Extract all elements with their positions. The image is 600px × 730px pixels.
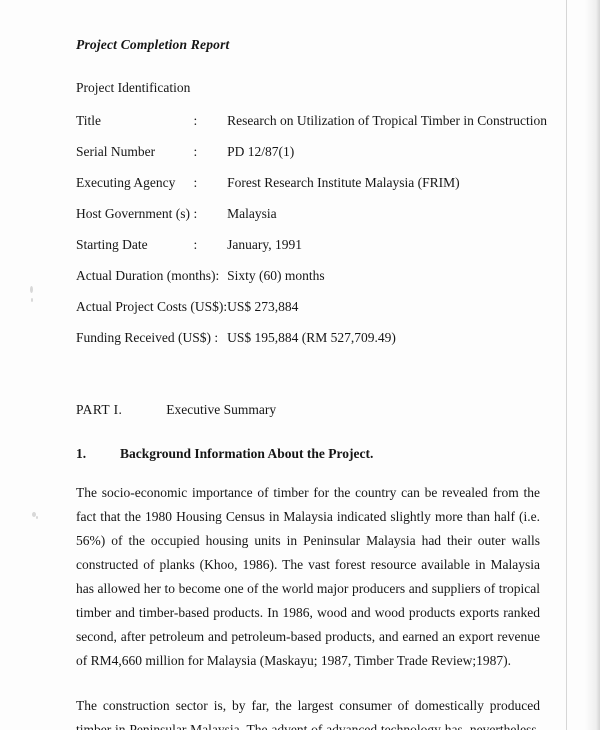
table-row: Funding Received (US$) : US$ 195,884 (RM… xyxy=(76,330,547,361)
scan-edge-right xyxy=(566,0,600,730)
part-heading: PART I. Executive Summary xyxy=(76,361,540,418)
body-paragraph: The construction sector is, by far, the … xyxy=(76,697,540,730)
scan-speck xyxy=(36,516,38,519)
field-colon: : xyxy=(193,144,198,160)
field-colon: : xyxy=(193,206,198,222)
field-label-title: Title xyxy=(76,113,102,129)
scan-speck xyxy=(32,512,36,517)
field-label-executing-agency: Executing Agency xyxy=(76,175,176,191)
table-row: Actual Project Costs (US$): US$ 273,884 xyxy=(76,299,547,330)
document-title: Project Completion Report xyxy=(76,37,230,52)
part-number: PART I. xyxy=(76,402,123,418)
field-value-title: Research on Utilization of Tropical Timb… xyxy=(227,113,547,129)
field-value-actual-project-costs: US$ 273,884 xyxy=(227,299,299,315)
field-value-serial-number: PD 12/87(1) xyxy=(227,144,295,160)
project-identification-label: Project Identification xyxy=(76,80,191,96)
table-row: Actual Duration (months): Sixty (60) mon… xyxy=(76,268,547,299)
scan-line-right xyxy=(566,0,567,730)
field-colon: : xyxy=(193,237,198,253)
table-row: Serial Number : PD 12/87(1) xyxy=(76,144,547,175)
part-title: Executive Summary xyxy=(166,402,277,418)
table-row: Title : Research on Utilization of Tropi… xyxy=(76,113,547,144)
field-value-starting-date: January, 1991 xyxy=(227,237,302,253)
field-value-funding-received: US$ 195,884 (RM 527,709.49) xyxy=(227,330,396,346)
section-heading-1: 1. Background Information About the Proje… xyxy=(76,419,540,462)
field-colon: : xyxy=(193,175,198,191)
field-value-executing-agency: Forest Research Institute Malaysia (FRIM… xyxy=(227,175,460,191)
field-label-actual-duration: Actual Duration (months): xyxy=(76,268,220,284)
field-label-funding-received: Funding Received (US$) : xyxy=(76,330,219,346)
section-number: 1. xyxy=(76,445,87,461)
table-row: Host Government (s) : Malaysia xyxy=(76,206,547,237)
page-content: Project Completion Report Project Identi… xyxy=(76,0,547,730)
field-colon: : xyxy=(193,113,198,129)
field-label-serial-number: Serial Number xyxy=(76,144,156,160)
scan-speck xyxy=(31,298,33,302)
document-page: Project Completion Report Project Identi… xyxy=(0,0,600,730)
table-row: Executing Agency : Forest Research Insti… xyxy=(76,175,547,206)
field-label-actual-project-costs: Actual Project Costs (US$): xyxy=(76,299,228,315)
section-heading-text: Background Information About the Project… xyxy=(120,445,374,461)
project-identification-table: Title : Research on Utilization of Tropi… xyxy=(76,113,547,361)
scan-speck xyxy=(30,286,33,293)
field-label-host-government: Host Government (s) xyxy=(76,206,190,222)
body-paragraph: The socio-economic importance of timber … xyxy=(76,484,540,668)
field-value-host-government: Malaysia xyxy=(227,206,277,222)
table-row: Starting Date : January, 1991 xyxy=(76,237,547,268)
field-value-actual-duration: Sixty (60) months xyxy=(227,268,325,284)
field-label-starting-date: Starting Date xyxy=(76,237,148,253)
